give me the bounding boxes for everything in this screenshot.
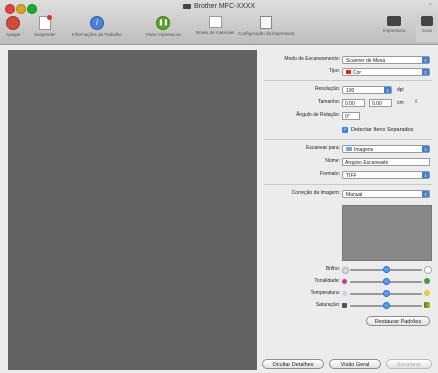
tonalidade-row: Tonalidade:: [262, 278, 434, 286]
resolucao-select[interactable]: 100 ⇕: [342, 86, 392, 94]
angulo-input[interactable]: 0°: [342, 112, 360, 120]
correcao-label: Correção da Imagem:: [291, 190, 340, 196]
stepper-icon[interactable]: ⇕: [414, 99, 418, 105]
temperatura-slider[interactable]: [350, 290, 422, 297]
slider-knob[interactable]: [382, 278, 390, 285]
toolbar-printer-button[interactable]: Impressora: [383, 16, 406, 33]
modo-label: Modo de Escaneamento:: [284, 56, 340, 62]
nome-label: Nome:: [325, 158, 340, 164]
scanner-window: Brother MFC-XXXX ⌜ Apagar Suspender i In…: [0, 0, 438, 373]
tonalidade-label: Tonalidade:: [314, 278, 340, 284]
nome-input[interactable]: Arquivo Escaneado: [342, 158, 430, 166]
slider-knob[interactable]: [382, 302, 390, 309]
tipo-label: Tipo:: [329, 68, 340, 74]
chevron-down-icon: ⇕: [422, 57, 429, 63]
toolbar-delete-button[interactable]: Apagar: [6, 16, 21, 37]
toolbar-printer-setup-button[interactable]: Configuração da impressora: [238, 16, 295, 36]
settings-panel: Modo de Escaneamento: Scanner de Mesa ⇕ T…: [262, 50, 434, 370]
visao-geral-button[interactable]: Visão Geral: [329, 359, 381, 369]
saturacao-row: Saturação:: [262, 302, 434, 310]
ocultar-detalhes-button[interactable]: Ocultar Detalhes: [262, 359, 324, 369]
brilho-slider[interactable]: [350, 266, 422, 273]
detectar-label: Detectar Itens Separados: [351, 127, 414, 133]
formato-select[interactable]: TIFF ⇕: [342, 171, 430, 179]
detectar-checkbox[interactable]: ✓: [342, 127, 348, 133]
cm-unit: cm: [397, 100, 404, 106]
brightness-low-icon: [342, 267, 349, 274]
restaurar-padroes-button[interactable]: Restaurar Padrões: [366, 316, 430, 326]
printer-icon: [387, 16, 402, 26]
brightness-high-icon: [424, 266, 432, 274]
saturacao-label: Saturação:: [315, 302, 340, 308]
slider-knob[interactable]: [382, 266, 390, 273]
slider-knob[interactable]: [382, 290, 390, 297]
escanear-para-select[interactable]: Imagens ⇕: [342, 145, 430, 153]
scanner-icon: [421, 16, 433, 26]
brilho-label: Brilho:: [325, 266, 340, 272]
temperatura-label: Temperatura:: [310, 290, 340, 296]
titlebar: Brother MFC-XXXX ⌜ Apagar Suspender i In…: [0, 0, 438, 45]
printer-setup-icon: [260, 16, 273, 29]
saturation-low-icon: [342, 303, 347, 308]
tipo-select[interactable]: Cor ⇕: [342, 68, 430, 76]
info-icon: i: [89, 16, 104, 30]
temperature-cool-icon: [342, 291, 347, 296]
chevron-down-icon: ⇕: [422, 191, 429, 197]
scan-preview-area[interactable]: [8, 50, 257, 370]
chevron-down-icon: ⇕: [422, 69, 429, 75]
saturacao-slider[interactable]: [350, 302, 422, 309]
divider: [264, 139, 432, 140]
window-title: Brother MFC-XXXX: [0, 3, 438, 10]
toolbar-info-button[interactable]: i Informações da Trabalho: [72, 16, 122, 37]
resolucao-label: Resolução:: [314, 86, 340, 92]
toolbar-supply-levels-button[interactable]: Níveis de materiais: [196, 16, 234, 35]
angulo-label: Ângulo de Rotação:: [296, 112, 340, 118]
tonalidade-slider[interactable]: [350, 278, 422, 285]
folder-icon: [346, 147, 352, 151]
divider: [264, 184, 432, 185]
tamanho-width-input[interactable]: 0.00: [342, 99, 365, 107]
tamanho-label: Tamanho:: [318, 99, 340, 105]
pause-icon: ❚❚: [156, 16, 171, 30]
tamanho-height-input[interactable]: 0.00: [369, 99, 392, 107]
delete-icon: [6, 16, 21, 30]
dpi-unit: dpi: [397, 87, 404, 93]
chevron-down-icon: ⇕: [422, 172, 429, 178]
tint-green-icon: [424, 278, 430, 284]
modo-select[interactable]: Scanner de Mesa ⇕: [342, 56, 430, 64]
formato-label: Formato:: [319, 171, 340, 177]
chevron-down-icon: ⇕: [384, 87, 391, 93]
escanear-para-label: Escanear para:: [306, 145, 340, 151]
toolbar-toggle-icon[interactable]: ⌜: [429, 3, 432, 10]
tint-magenta-icon: [342, 279, 347, 284]
hold-icon: [38, 15, 52, 30]
temperature-warm-icon: [424, 290, 430, 296]
saturation-high-icon: [424, 302, 430, 308]
brilho-row: Brilho:: [262, 266, 434, 274]
color-swatch-icon: [346, 70, 351, 74]
supply-levels-icon: [208, 16, 222, 28]
correcao-select[interactable]: Manual ⇕: [342, 190, 430, 198]
chevron-down-icon: ⇕: [422, 146, 429, 152]
toolbar-hold-button[interactable]: Suspender: [34, 15, 56, 37]
printer-mini-icon: [182, 3, 191, 9]
image-correction-preview: [342, 205, 432, 261]
divider: [264, 80, 432, 81]
toolbar-pause-button[interactable]: ❚❚ Parar Impressora: [146, 16, 181, 37]
temperatura-row: Temperatura:: [262, 290, 434, 298]
toolbar-scan-button[interactable]: Scan: [416, 14, 438, 42]
escanear-button[interactable]: Escanear: [386, 359, 432, 369]
